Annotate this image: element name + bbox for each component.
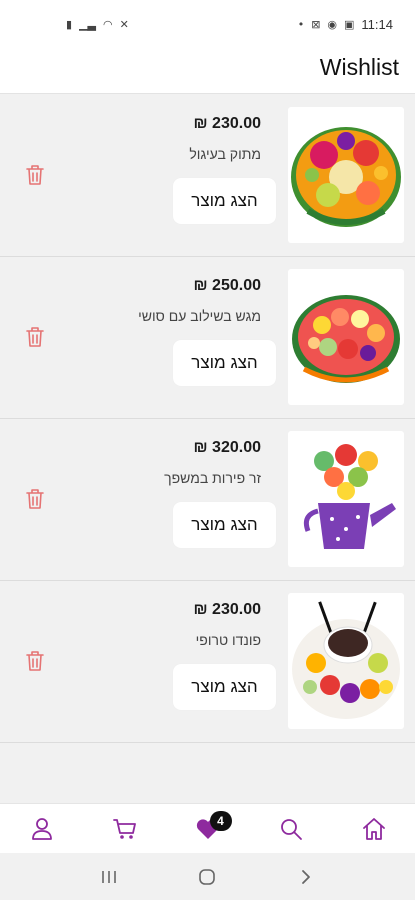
battery-icon: ▮ [66, 17, 73, 31]
home-icon [361, 816, 387, 842]
mute-icon: ✕ [119, 17, 129, 31]
product-name: מגש בשילוב עם סושי [138, 308, 261, 324]
wishlist-badge: 4 [209, 810, 232, 831]
wishlist-item: ₪ 320.00 זר פירות במשפך הצג מוצר [0, 419, 415, 581]
trash-icon[interactable] [25, 326, 45, 348]
trash-icon[interactable] [25, 164, 45, 186]
signal-icon: ▁▃ [79, 17, 96, 31]
price: ₪ 250.00 [193, 277, 261, 294]
product-name: מתוק בעיגול [189, 146, 261, 162]
view-product-button[interactable]: הצג מוצר [173, 664, 276, 710]
status-icons-left: ▮ ▁▃ ◠ ✕ [66, 18, 129, 31]
price: ₪ 230.00 [193, 601, 261, 618]
status-bar: ▮ ▁▃ ◠ ✕ • ⊠ ◉ ▣ 11:14 [0, 0, 415, 48]
chevron-right-icon [300, 869, 312, 885]
fruit-bouquet-watering-can-image[interactable] [288, 431, 404, 567]
wifi-icon: ◠ [102, 17, 113, 31]
price: ₪ 230.00 [193, 115, 261, 132]
nav-home[interactable] [354, 809, 394, 849]
status-icons-right: • ⊠ ◉ ▣ 11:14 [298, 17, 393, 32]
page-title: Wishlist [319, 54, 399, 80]
home-circle-icon [198, 868, 216, 886]
tropical-fondue-image[interactable] [288, 593, 404, 729]
image-notification-icon: ▣ [344, 17, 355, 31]
app-header: Wishlist [0, 48, 415, 94]
dot-icon: • [297, 17, 305, 31]
back-button[interactable] [291, 862, 321, 892]
price: ₪ 320.00 [193, 439, 261, 456]
user-icon [29, 816, 55, 842]
nav-account[interactable] [22, 809, 62, 849]
wishlist: ₪ 230.00 מתוק בעיגול הצג מוצר ₪ 250.00 מ… [0, 95, 415, 743]
view-product-button[interactable]: הצג מוצר [173, 502, 276, 548]
recent-apps-icon [100, 869, 118, 885]
product-name: פונדו טרופי [195, 632, 261, 648]
view-product-button[interactable]: הצג מוצר [173, 340, 276, 386]
status-time: 11:14 [361, 16, 393, 32]
search-icon [278, 816, 304, 842]
product-name: זר פירות במשפך [164, 470, 261, 486]
wishlist-item: ₪ 250.00 מגש בשילוב עם סושי הצג מוצר [0, 257, 415, 419]
nfc-icon: ⊠ [311, 17, 321, 31]
nav-search[interactable] [271, 809, 311, 849]
nav-cart[interactable] [105, 809, 145, 849]
recent-apps-button[interactable] [94, 862, 124, 892]
view-product-button[interactable]: הצג מוצר [173, 178, 276, 224]
bottom-nav: 4 [0, 803, 415, 853]
system-nav-bar [0, 853, 415, 900]
fruit-platter-image[interactable] [288, 107, 404, 243]
trash-icon[interactable] [25, 650, 45, 672]
wishlist-item: ₪ 230.00 מתוק בעיגול הצג מוצר [0, 95, 415, 257]
nav-wishlist[interactable]: 4 [188, 809, 232, 849]
cart-icon [112, 816, 138, 842]
home-system-button[interactable] [192, 862, 222, 892]
fruit-sushi-tray-image[interactable] [288, 269, 404, 405]
wishlist-item: ₪ 230.00 פונדו טרופי הצג מוצר [0, 581, 415, 743]
trash-icon[interactable] [25, 488, 45, 510]
app-notification-icon: ◉ [327, 17, 338, 31]
